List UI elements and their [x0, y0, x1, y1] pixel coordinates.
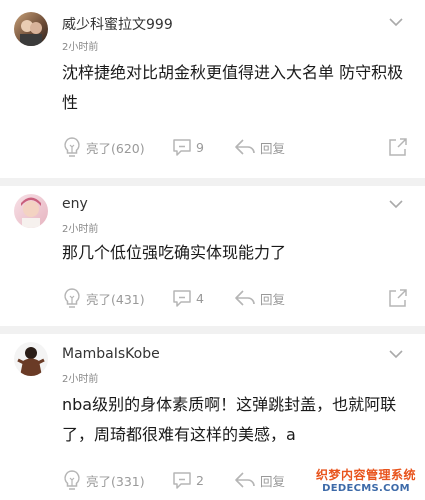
avatar[interactable]	[14, 12, 48, 46]
reply-arrow-icon	[235, 290, 255, 306]
chevron-down-icon[interactable]	[389, 350, 403, 359]
divider	[0, 326, 425, 334]
username[interactable]: MambaIsKobe	[62, 346, 160, 362]
comment-text: nba级别的身体素质啊！这弹跳封盖，也就阿联了，周琦都很难有这样的美感，a	[62, 395, 397, 444]
comment-bubble-icon	[173, 139, 191, 156]
username[interactable]: eny	[62, 196, 88, 212]
timestamp: 2小时前	[62, 224, 99, 235]
reply-count: 4	[196, 290, 204, 306]
reply-label: 回复	[260, 140, 286, 156]
reply-label: 回复	[260, 473, 286, 489]
watermark-title: 织梦内容管理系统	[315, 468, 416, 482]
comment-item: 威少科蜜拉文999 2小时前 沈梓捷绝对比胡金秋更值得进入大名单 防守积极性 亮…	[0, 0, 425, 178]
avatar[interactable]	[14, 342, 48, 376]
share-icon	[389, 138, 407, 156]
reply-label: 回复	[260, 291, 286, 307]
like-button[interactable]: 亮了(431)	[62, 285, 145, 311]
share-button[interactable]	[388, 285, 408, 311]
light-bulb-icon	[64, 288, 80, 308]
comment-bubble-icon	[173, 290, 191, 307]
like-count: 亮了(431)	[86, 291, 145, 307]
comment-bubble-icon	[173, 472, 191, 489]
chevron-down-icon[interactable]	[389, 200, 403, 209]
comment-text: 沈梓捷绝对比胡金秋更值得进入大名单 防守积极性	[62, 63, 404, 112]
share-button[interactable]	[388, 134, 408, 160]
avatar[interactable]	[14, 194, 48, 228]
reply-arrow-icon	[235, 139, 255, 155]
comment-item: eny 2小时前 那几个低位强吃确实体现能力了 亮了(431) 4 回复	[0, 186, 425, 326]
reply-count-button[interactable]: 2	[172, 467, 204, 493]
chevron-down-icon[interactable]	[389, 18, 403, 27]
comment-actions: 亮了(431) 4 回复	[62, 285, 412, 311]
comment-text: 那几个低位强吃确实体现能力了	[62, 243, 287, 262]
watermark-domain: DEDECMS.COM	[322, 483, 410, 494]
reply-count: 9	[196, 139, 204, 155]
reply-button[interactable]: 回复	[234, 467, 285, 493]
reply-button[interactable]: 回复	[234, 285, 285, 311]
reply-count-button[interactable]: 4	[172, 285, 204, 311]
watermark-logo: 织梦内容管理系统 DEDECMS.COM	[313, 466, 419, 494]
like-count: 亮了(331)	[86, 473, 145, 489]
light-bulb-icon	[64, 137, 80, 157]
comment-actions: 亮了(620) 9 回复	[62, 134, 412, 160]
reply-count: 2	[196, 472, 204, 488]
timestamp: 2小时前	[62, 374, 99, 385]
timestamp: 2小时前	[62, 42, 99, 53]
reply-button[interactable]: 回复	[234, 134, 285, 160]
username[interactable]: 威少科蜜拉文999	[62, 14, 173, 34]
light-bulb-icon	[64, 470, 80, 490]
reply-count-button[interactable]: 9	[172, 134, 204, 160]
like-button[interactable]: 亮了(331)	[62, 467, 145, 493]
reply-arrow-icon	[235, 472, 255, 488]
like-button[interactable]: 亮了(620)	[62, 134, 145, 160]
share-icon	[389, 289, 407, 307]
like-count: 亮了(620)	[86, 140, 145, 156]
divider	[0, 178, 425, 186]
